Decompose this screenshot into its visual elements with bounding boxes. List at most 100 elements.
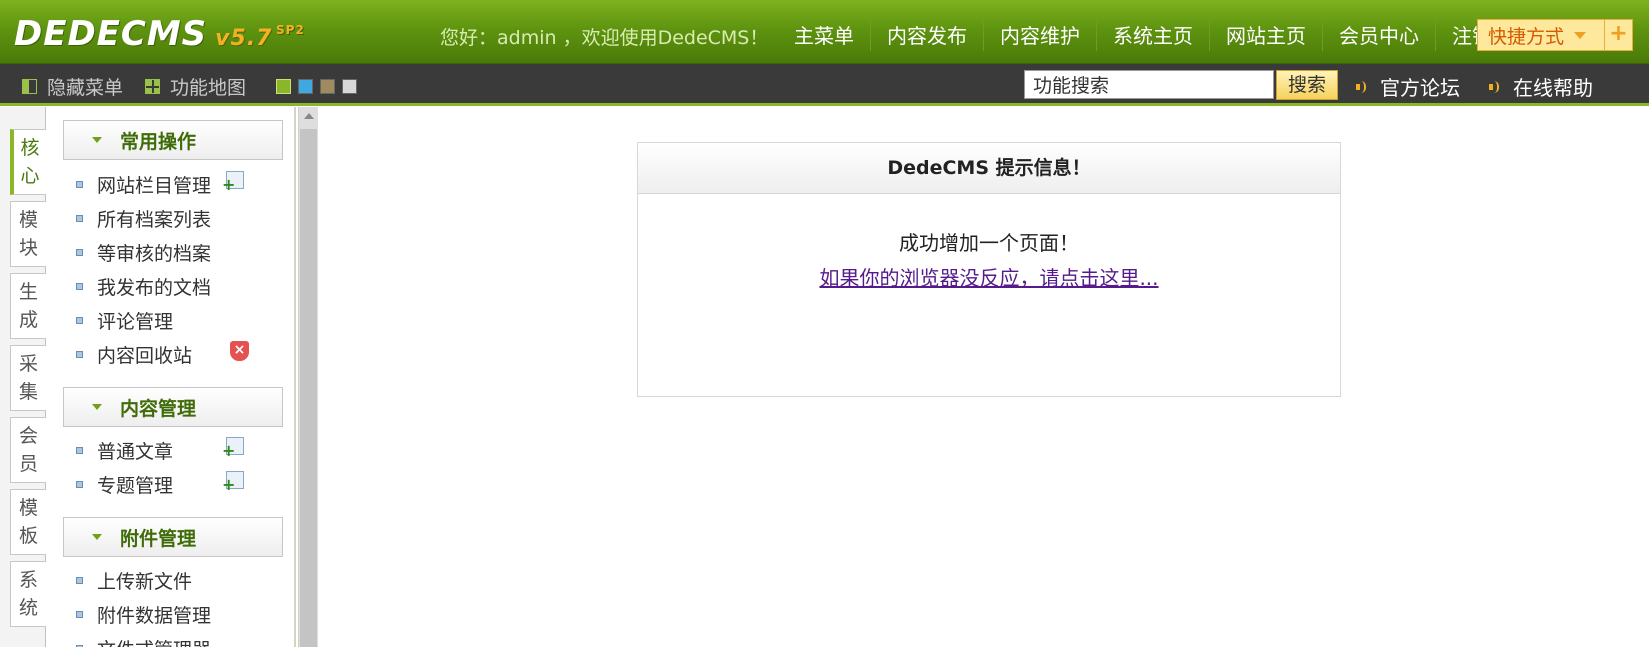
skin-brown[interactable] xyxy=(320,79,336,94)
speaker-icon xyxy=(1489,80,1499,93)
menu-group-common[interactable]: 常用操作 xyxy=(63,120,283,160)
menu-item-attachment-data[interactable]: 附件数据管理 xyxy=(76,601,211,628)
add-document-icon[interactable] xyxy=(222,471,244,494)
menu-item-all-archives[interactable]: 所有档案列表 xyxy=(76,205,211,232)
menu-item-label: 网站栏目管理 xyxy=(97,175,212,197)
nav-system-home[interactable]: 系统主页 xyxy=(1096,21,1209,51)
menu-item-upload-file[interactable]: 上传新文件 xyxy=(76,567,192,594)
bullet-icon xyxy=(76,577,83,584)
menu-group-title: 附件管理 xyxy=(120,527,197,550)
menu-item-topics[interactable]: 专题管理 xyxy=(76,471,244,498)
tab-char: 系 xyxy=(18,569,38,591)
menu-item-label: 所有档案列表 xyxy=(97,209,212,231)
function-map-label: 功能地图 xyxy=(170,77,247,99)
bullet-icon xyxy=(76,215,83,222)
message-text: 成功增加一个页面！ xyxy=(899,231,1079,255)
tab-members[interactable]: 会员 xyxy=(10,417,46,483)
menu-item-label: 附件数据管理 xyxy=(97,605,212,627)
tab-collect[interactable]: 采集 xyxy=(10,345,46,411)
menu-item-recycle-bin[interactable]: 内容回收站 × xyxy=(76,341,249,368)
menu-item-articles[interactable]: 普通文章 xyxy=(76,437,244,464)
menu-item-my-documents[interactable]: 我发布的文档 xyxy=(76,273,211,300)
tab-char: 集 xyxy=(18,381,38,403)
tab-char: 会 xyxy=(18,425,38,447)
skin-switcher xyxy=(276,79,364,94)
menu-item-comments[interactable]: 评论管理 xyxy=(76,307,173,334)
welcome-text: 您好：admin ，欢迎使用DedeCMS！ xyxy=(440,27,769,49)
menu-group-attachments[interactable]: 附件管理 xyxy=(63,517,283,557)
quick-menu-button[interactable]: 快捷方式 + xyxy=(1477,19,1633,51)
sidebar-menu: 常用操作 网站栏目管理 所有档案列表 等审核的档案 我发布的文档 评论管理 内容… xyxy=(46,107,296,647)
official-forum-link[interactable]: 官方论坛 xyxy=(1356,72,1460,101)
message-box: DedeCMS 提示信息！ 成功增加一个页面！ 如果你的浏览器没反应，请点击这里… xyxy=(637,142,1341,397)
menu-item-label: 上传新文件 xyxy=(97,571,193,593)
bullet-icon xyxy=(76,611,83,618)
tab-char: 板 xyxy=(18,525,38,547)
tab-templates[interactable]: 模板 xyxy=(10,489,46,555)
plus-icon[interactable]: + xyxy=(1604,20,1632,50)
skin-green[interactable] xyxy=(276,79,292,94)
online-help-link[interactable]: 在线帮助 xyxy=(1489,72,1593,101)
module-tabs: 核心 模块 生成 采集 会员 模板 系统 xyxy=(0,107,46,647)
tab-char: 心 xyxy=(20,165,40,187)
tab-char: 成 xyxy=(18,309,38,331)
bullet-icon xyxy=(76,181,83,188)
clear-recycle-icon[interactable]: × xyxy=(230,341,249,361)
tab-char: 核 xyxy=(20,137,40,159)
bullet-icon xyxy=(76,249,83,256)
logo-version: v5.7 xyxy=(215,26,273,51)
menu-item-file-manager[interactable]: 文件式管理器 xyxy=(76,635,211,647)
menu-item-label: 评论管理 xyxy=(97,311,174,333)
hide-menu-button[interactable]: 隐藏菜单 xyxy=(22,73,123,100)
add-document-icon[interactable] xyxy=(222,437,244,460)
nav-main-menu[interactable]: 主菜单 xyxy=(778,21,870,51)
grid-icon xyxy=(145,79,161,94)
function-map-button[interactable]: 功能地图 xyxy=(145,73,246,100)
nav-website-home[interactable]: 网站主页 xyxy=(1209,21,1322,51)
redirect-link[interactable]: 如果你的浏览器没反应，请点击这里... xyxy=(638,262,1340,291)
menu-item-label: 等审核的档案 xyxy=(97,243,212,265)
chevron-down-icon xyxy=(1574,31,1587,39)
skin-gray[interactable] xyxy=(342,79,358,94)
skin-blue[interactable] xyxy=(298,79,314,94)
toolbar: 隐藏菜单 功能地图 搜索 官方论坛 在线帮助 xyxy=(0,64,1649,106)
menu-item-pending-review[interactable]: 等审核的档案 xyxy=(76,239,211,266)
scroll-thumb[interactable] xyxy=(300,129,317,647)
nav-content-publish[interactable]: 内容发布 xyxy=(870,21,983,51)
tab-char: 块 xyxy=(18,237,38,259)
bullet-icon xyxy=(76,283,83,290)
collapse-triangle-icon xyxy=(92,534,102,540)
tab-char: 模 xyxy=(18,209,38,231)
menu-item-label: 普通文章 xyxy=(97,441,174,463)
speaker-icon xyxy=(1356,80,1366,93)
tab-system[interactable]: 系统 xyxy=(10,561,46,627)
tab-char: 采 xyxy=(18,353,38,375)
logo-sp-badge: SP2 xyxy=(276,23,305,37)
menu-group-content[interactable]: 内容管理 xyxy=(63,387,283,427)
menu-item-label: 文件式管理器 xyxy=(97,635,211,647)
collapse-triangle-icon xyxy=(92,137,102,143)
menu-group-title: 内容管理 xyxy=(120,397,197,420)
logo-text: DEDECMS xyxy=(14,14,208,54)
scroll-up-arrow-icon[interactable] xyxy=(304,113,314,119)
nav-content-maintain[interactable]: 内容维护 xyxy=(983,21,1096,51)
menu-item-category-manage[interactable]: 网站栏目管理 xyxy=(76,171,244,198)
tab-modules[interactable]: 模块 xyxy=(10,201,46,267)
menu-group-title: 常用操作 xyxy=(120,130,197,153)
tab-char: 生 xyxy=(18,281,38,303)
hide-menu-icon xyxy=(22,79,37,94)
tab-core[interactable]: 核心 xyxy=(10,129,46,195)
top-nav: 主菜单 内容发布 内容维护 系统主页 网站主页 会员中心 注销 xyxy=(778,21,1508,51)
collapse-triangle-icon xyxy=(92,404,102,410)
dedecms-logo[interactable]: DEDECMS v5.7 SP2 xyxy=(14,14,304,54)
menu-scrollbar[interactable] xyxy=(298,107,318,647)
function-search-input[interactable] xyxy=(1024,70,1274,99)
official-forum-label: 官方论坛 xyxy=(1380,76,1460,100)
online-help-label: 在线帮助 xyxy=(1513,76,1593,100)
search-button[interactable]: 搜索 xyxy=(1276,70,1338,100)
nav-member-center[interactable]: 会员中心 xyxy=(1322,21,1435,51)
add-document-icon[interactable] xyxy=(222,171,244,194)
bullet-icon xyxy=(76,481,83,488)
tab-generate[interactable]: 生成 xyxy=(10,273,46,339)
tab-char: 模 xyxy=(18,497,38,519)
